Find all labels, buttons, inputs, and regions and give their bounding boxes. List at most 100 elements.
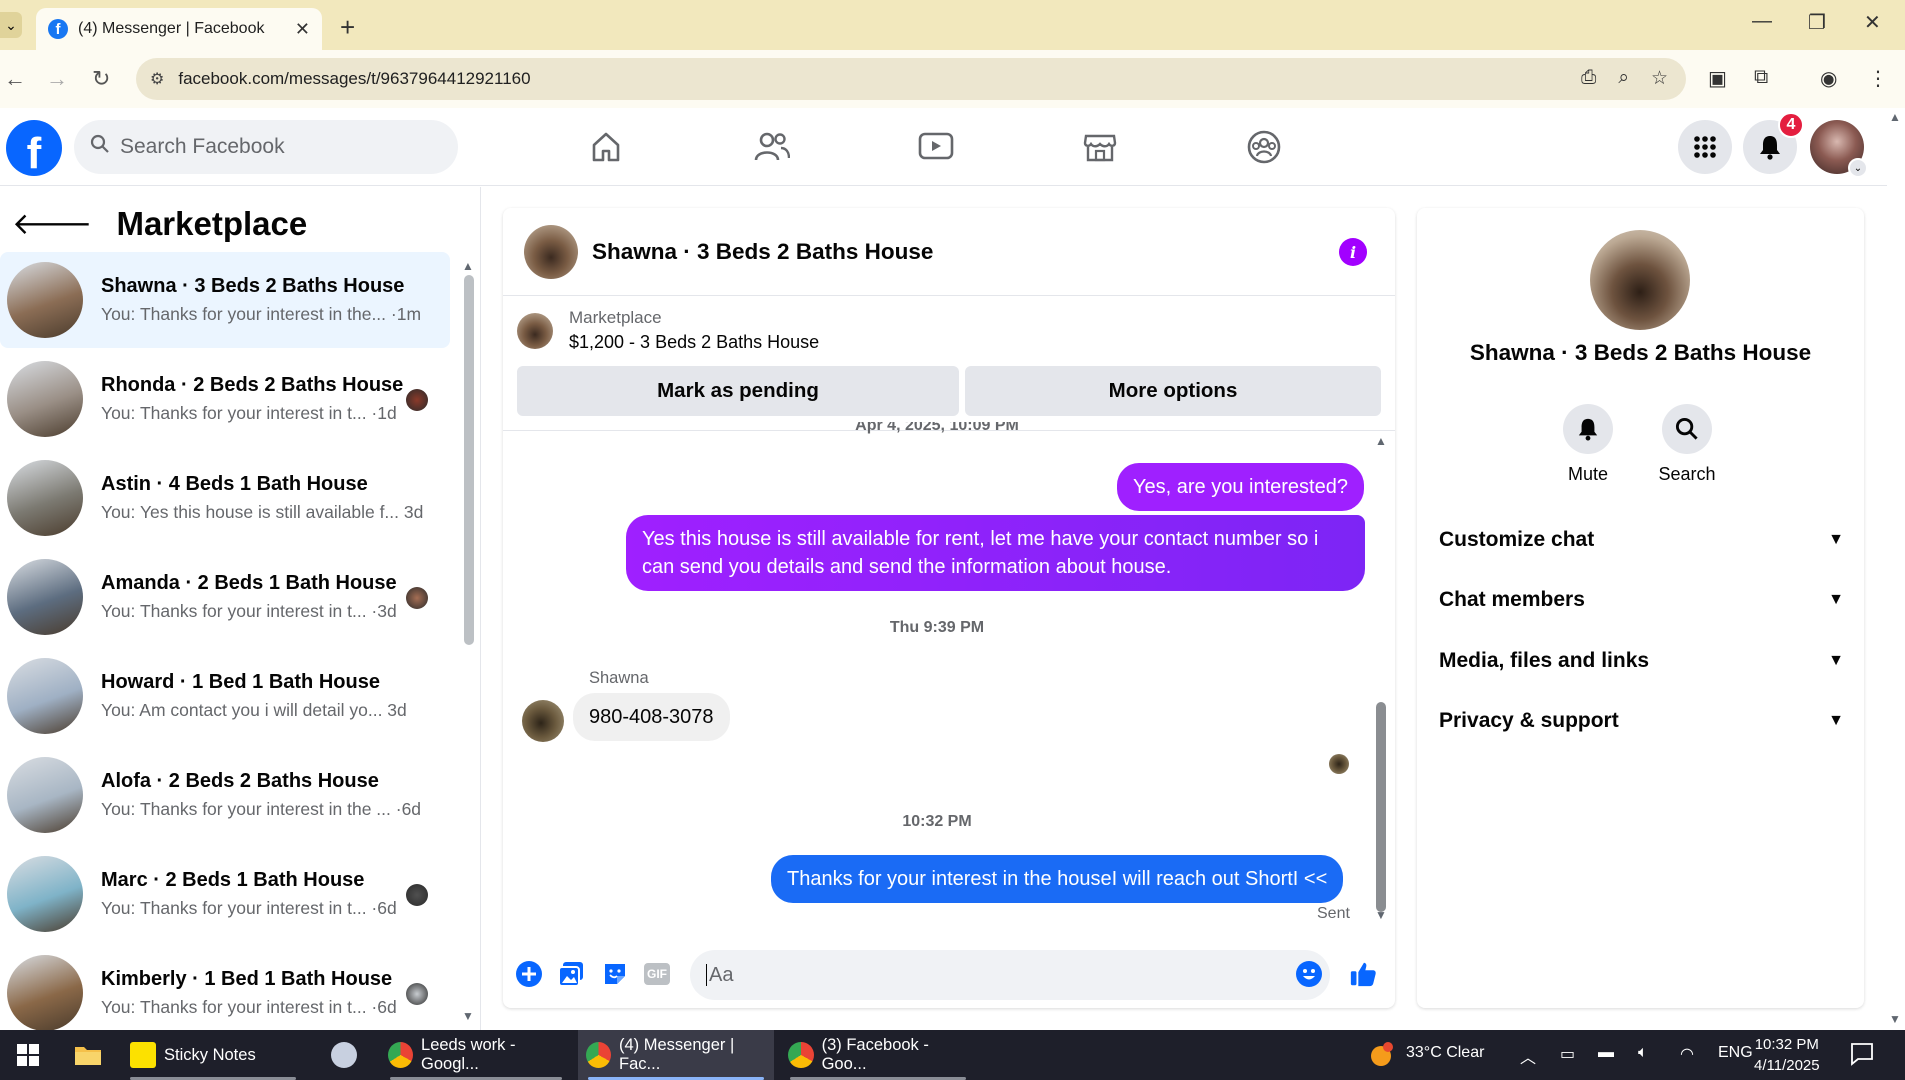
chat-title[interactable]: Shawna · 3 Beds 2 Baths House: [592, 239, 933, 265]
privacy-support-section[interactable]: Privacy & support ▼: [1439, 701, 1844, 741]
incoming-message[interactable]: 980-408-3078: [573, 693, 730, 741]
customize-chat-section[interactable]: Customize chat ▼: [1439, 520, 1844, 560]
notification-center-icon[interactable]: [1850, 1042, 1874, 1071]
more-options-button[interactable]: More options: [965, 366, 1381, 416]
emoji-icon[interactable]: [1295, 960, 1323, 988]
minimize-window-icon[interactable]: —: [1752, 10, 1772, 33]
account-avatar[interactable]: ⌄: [1810, 120, 1868, 178]
timestamp: Thu 9:39 PM: [889, 619, 985, 636]
sticker-icon[interactable]: [601, 960, 629, 988]
info-icon[interactable]: i: [1339, 238, 1367, 266]
chrome-menu-icon[interactable]: ⋮: [1868, 66, 1888, 91]
thumbs-up-icon[interactable]: [1349, 960, 1377, 988]
conversation-item[interactable]: Kimberly · 1 Bed 1 Bath House You: Thanks…: [0, 945, 450, 1030]
conversation-item[interactable]: Shawna · 3 Beds 2 Baths House You: Thanks…: [0, 252, 450, 348]
mark-as-pending-button[interactable]: Mark as pending: [517, 366, 959, 416]
home-icon[interactable]: [582, 126, 630, 168]
marketplace-icon[interactable]: [1076, 126, 1124, 168]
list-scrollbar[interactable]: [464, 275, 474, 645]
volume-icon[interactable]: 🔈︎: [1638, 1044, 1648, 1062]
outgoing-message[interactable]: Thanks for your interest in the houseI w…: [771, 855, 1344, 903]
facebook-logo-icon[interactable]: f: [6, 120, 62, 176]
listing-thumbnail: [7, 262, 83, 338]
listing-thumbnail: [7, 559, 83, 635]
weather-icon[interactable]: [1366, 1040, 1396, 1075]
browser-tab-active[interactable]: f (4) Messenger | Facebook ✕: [36, 8, 322, 50]
list-scroll-up-icon[interactable]: ▲: [462, 259, 474, 273]
bookmark-star-icon[interactable]: ☆: [1651, 67, 1668, 90]
bell-icon: [1760, 136, 1780, 160]
meet-icon[interactable]: ▭: [1560, 1044, 1575, 1064]
list-scroll-down-icon[interactable]: ▼: [462, 1009, 474, 1023]
chat-members-section[interactable]: Chat members ▼: [1439, 580, 1844, 620]
close-window-icon[interactable]: ✕: [1864, 10, 1881, 35]
mute-button[interactable]: Mute: [1548, 404, 1628, 485]
media-files-links-section[interactable]: Media, files and links ▼: [1439, 641, 1844, 681]
tab-search-dropdown[interactable]: ⌄: [0, 12, 22, 38]
facebook-header: f Search Facebook: [0, 108, 1887, 186]
reload-icon[interactable]: ↻: [92, 66, 110, 92]
taskbar-sticky-notes[interactable]: Sticky Notes: [120, 1030, 306, 1080]
restore-window-icon[interactable]: ❐: [1808, 10, 1826, 35]
panel-title: Marketplace: [116, 205, 308, 242]
weather-text[interactable]: 33°C Clear: [1406, 1044, 1484, 1062]
sender-avatar[interactable]: [522, 700, 564, 742]
conversation-name: Rhonda · 2 Beds 2 Baths House: [101, 374, 404, 396]
chat-scroll-down-icon[interactable]: ▼: [1375, 908, 1387, 922]
profile-icon[interactable]: ◉: [1820, 66, 1837, 91]
zoom-icon[interactable]: ⌕: [1618, 67, 1629, 90]
timestamp-partial: Apr 4, 2025, 10:09 PM: [855, 422, 1019, 434]
taskbar-chrome-messenger[interactable]: (4) Messenger | Fac...: [578, 1030, 774, 1080]
chat-scroll-up-icon[interactable]: ▲: [1375, 434, 1387, 448]
taskbar-label: (4) Messenger | Fac...: [619, 1036, 735, 1073]
taskbar-chrome-leeds[interactable]: Leeds work - Googl...: [380, 1030, 572, 1080]
more-actions-plus-icon[interactable]: [515, 960, 543, 988]
extension-robot-icon[interactable]: ▣: [1708, 66, 1727, 91]
video-icon[interactable]: [912, 126, 960, 168]
address-bar[interactable]: ⚙ facebook.com/messages/t/96379644129211…: [136, 58, 1686, 100]
conversation-item[interactable]: Alofa · 2 Beds 2 Baths House You: Thanks …: [0, 747, 450, 843]
chat-scrollbar[interactable]: [1376, 702, 1386, 912]
attach-photo-icon[interactable]: [557, 960, 585, 988]
details-avatar[interactable]: [1590, 230, 1690, 330]
new-tab-button[interactable]: +: [340, 12, 355, 43]
sent-status: Sent: [1317, 905, 1350, 922]
back-arrow-icon[interactable]: 🡐: [12, 206, 92, 242]
conversation-item[interactable]: Marc · 2 Beds 1 Bath House You: Thanks fo…: [0, 846, 450, 942]
conversation-item[interactable]: Howard · 1 Bed 1 Bath House You: Am conta…: [0, 648, 450, 744]
page-scroll-up-icon[interactable]: ▲: [1889, 110, 1901, 124]
search-in-conversation-button[interactable]: Search: [1647, 404, 1727, 485]
facebook-search-input[interactable]: Search Facebook: [74, 120, 458, 174]
install-app-icon[interactable]: ⎙: [1581, 67, 1596, 90]
wifi-icon[interactable]: ◠: [1680, 1044, 1694, 1064]
battery-icon[interactable]: ▬: [1598, 1044, 1614, 1062]
gif-icon[interactable]: GIF: [643, 960, 671, 988]
forward-icon[interactable]: →: [46, 66, 68, 92]
file-explorer-button[interactable]: [60, 1030, 116, 1080]
start-button[interactable]: [0, 1030, 56, 1080]
taskbar-app-snipping[interactable]: [318, 1030, 370, 1080]
message-input[interactable]: Aa: [690, 950, 1330, 1000]
close-tab-icon[interactable]: ✕: [295, 19, 310, 40]
page-scroll-down-icon[interactable]: ▼: [1889, 1012, 1901, 1026]
outgoing-message[interactable]: Yes this house is still available for re…: [626, 515, 1365, 591]
conversation-item[interactable]: Astin · 4 Beds 1 Bath House You: Yes this…: [0, 450, 450, 546]
conversation-item[interactable]: Amanda · 2 Beds 1 Bath House You: Thanks …: [0, 549, 450, 645]
chevron-down-icon: ▼: [1828, 591, 1844, 608]
language-indicator[interactable]: ENG: [1718, 1044, 1753, 1062]
back-icon[interactable]: ←: [4, 66, 26, 92]
taskbar-chrome-facebook[interactable]: (3) Facebook - Goo...: [780, 1030, 976, 1080]
menu-grid-button[interactable]: [1678, 120, 1732, 174]
listing-thumbnail: [7, 856, 83, 932]
conversation-name: Alofa · 2 Beds 2 Baths House: [101, 770, 379, 792]
site-info-icon[interactable]: ⚙: [150, 69, 164, 89]
outgoing-message[interactable]: Yes, are you interested?: [1117, 463, 1364, 511]
groups-icon[interactable]: [1240, 126, 1288, 168]
marketplace-listing[interactable]: Marketplace $1,200 - 3 Beds 2 Baths Hous…: [517, 308, 819, 353]
chat-avatar[interactable]: [524, 224, 578, 279]
system-clock[interactable]: 10:32 PM 4/11/2025: [1754, 1034, 1820, 1076]
extensions-puzzle-icon[interactable]: ⧉: [1754, 66, 1768, 89]
friends-icon[interactable]: [748, 126, 796, 168]
conversation-item[interactable]: Rhonda · 2 Beds 2 Baths House You: Thanks…: [0, 351, 450, 447]
chevron-up-icon[interactable]: ︿: [1520, 1044, 1536, 1068]
